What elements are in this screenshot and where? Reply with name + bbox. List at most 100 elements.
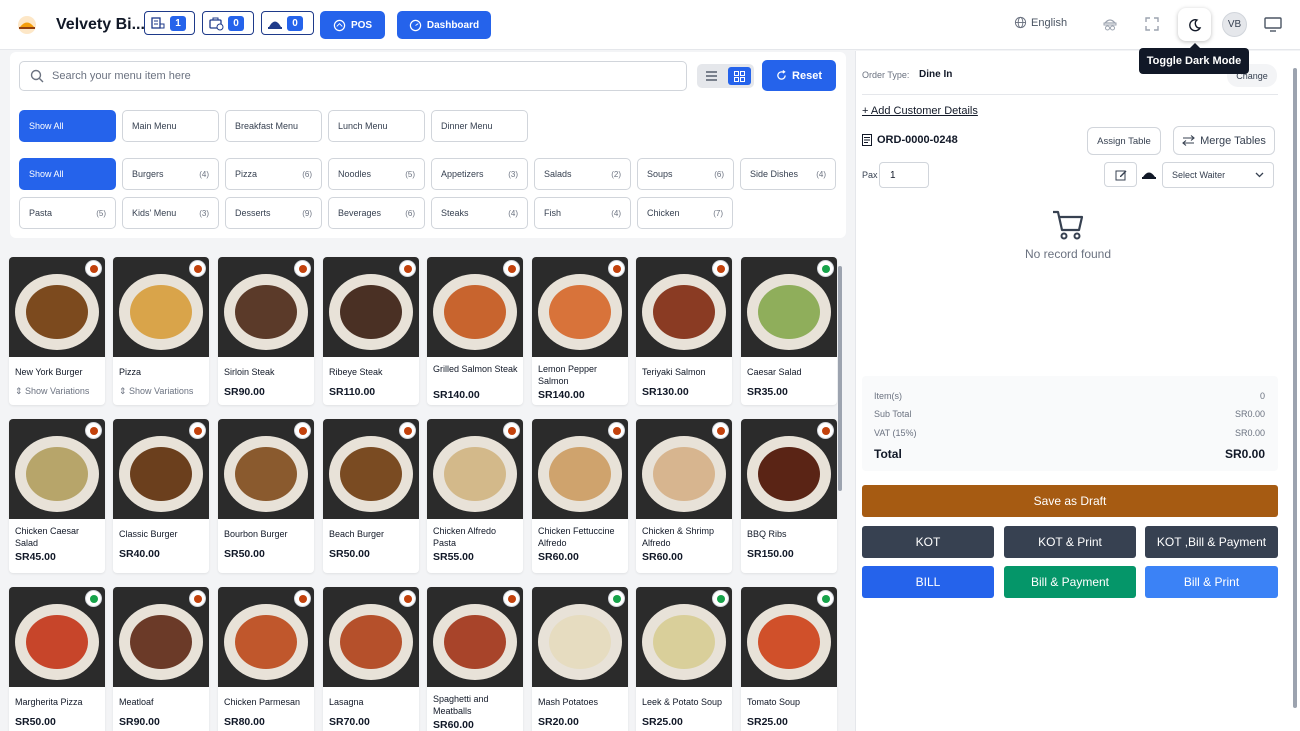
grid-view-button[interactable] — [727, 67, 751, 85]
menu-item-price: SR110.00 — [329, 386, 376, 398]
avatar[interactable]: VB — [1222, 12, 1247, 37]
fullscreen-icon[interactable] — [1143, 15, 1161, 33]
category-chip[interactable]: Salads (2) — [534, 158, 631, 190]
category-chip[interactable]: Desserts (9) — [225, 197, 322, 229]
bill-payment-button[interactable]: Bill & Payment — [1004, 566, 1136, 598]
menu-tab-dinner[interactable]: Dinner Menu — [431, 110, 528, 142]
menu-item-card[interactable]: Spaghetti and Meatballs SR60.00 — [427, 587, 523, 731]
category-chip[interactable]: Pasta (5) — [19, 197, 116, 229]
menu-item-card[interactable]: Mash Potatoes SR20.00 — [532, 587, 628, 731]
menu-tab-main[interactable]: Main Menu — [122, 110, 219, 142]
bill-button[interactable]: BILL — [862, 566, 994, 598]
category-chip[interactable]: Burgers (4) — [122, 158, 219, 190]
category-chip[interactable]: Show All — [19, 158, 116, 190]
category-label: Steaks — [441, 208, 469, 218]
menu-item-card[interactable]: Teriyaki Salmon SR130.00 — [636, 257, 732, 405]
items-label: Item(s) — [874, 391, 902, 401]
menu-item-card[interactable]: Margherita Pizza SR50.00 — [9, 587, 105, 731]
menu-item-card[interactable]: Chicken Caesar Salad SR45.00 — [9, 419, 105, 573]
search-placeholder: Search your menu item here — [52, 70, 191, 82]
dine-orders-button[interactable]: 0 — [261, 11, 314, 35]
category-chip[interactable]: Kids' Menu (3) — [122, 197, 219, 229]
items-count-row: Item(s) 0 — [874, 391, 1265, 401]
menu-item-name: Grilled Salmon Steak — [433, 364, 518, 374]
toggle-dark-mode-button[interactable] — [1178, 8, 1211, 41]
show-variations-link[interactable]: ⇕ Show Variations — [15, 386, 89, 397]
order-panel-scrollbar[interactable] — [1291, 60, 1299, 731]
monitor-icon[interactable] — [1263, 15, 1283, 33]
kot-print-button[interactable]: KOT & Print — [1004, 526, 1136, 558]
menu-item-name: Chicken Caesar Salad — [15, 526, 80, 548]
menu-tab-lunch[interactable]: Lunch Menu — [328, 110, 425, 142]
assign-table-button[interactable]: Assign Table — [1087, 127, 1161, 155]
waiter-cloche-icon — [1142, 172, 1156, 179]
veg-indicator-icon — [817, 260, 834, 277]
kot-button[interactable]: KOT — [862, 526, 994, 558]
category-chip[interactable]: Soups (6) — [637, 158, 734, 190]
nonveg-indicator-icon — [85, 422, 102, 439]
table-icon — [151, 17, 165, 29]
category-chip[interactable]: Chicken (7) — [637, 197, 733, 229]
save-draft-button[interactable]: Save as Draft — [862, 485, 1278, 517]
items-scrollbar[interactable] — [837, 256, 843, 731]
merge-tables-button[interactable]: Merge Tables — [1173, 126, 1275, 155]
pickup-orders-button[interactable]: 0 — [202, 11, 254, 35]
waiter-icon[interactable] — [1101, 15, 1119, 33]
menu-item-card[interactable]: Chicken & Shrimp Alfredo SR60.00 — [636, 419, 732, 573]
search-input[interactable]: Search your menu item here — [19, 61, 687, 91]
menu-item-card[interactable]: BBQ Ribs SR150.00 — [741, 419, 837, 573]
menu-item-card[interactable]: Classic Burger SR40.00 — [113, 419, 209, 573]
dashboard-button[interactable]: Dashboard — [397, 11, 491, 39]
menu-item-name: Mash Potatoes — [538, 697, 599, 707]
category-chip[interactable]: Noodles (5) — [328, 158, 425, 190]
brand-logo-icon — [18, 16, 36, 34]
menu-item-card[interactable]: Meatloaf SR90.00 — [113, 587, 209, 731]
menu-item-card[interactable]: Beach Burger SR50.00 — [323, 419, 419, 573]
language-selector[interactable]: English — [1014, 16, 1067, 29]
menu-item-card[interactable]: Leek & Potato Soup SR25.00 — [636, 587, 732, 731]
pos-button[interactable]: POS — [320, 11, 385, 39]
kot-bill-payment-button[interactable]: KOT ,Bill & Payment — [1145, 526, 1278, 558]
menu-item-card[interactable]: Grilled Salmon Steak SR140.00 — [427, 257, 523, 405]
pos-label: POS — [350, 19, 373, 31]
show-variations-link[interactable]: ⇕ Show Variations — [119, 386, 193, 397]
expand-icon: ⇕ — [119, 386, 130, 396]
category-chip[interactable]: Beverages (6) — [328, 197, 425, 229]
edit-note-button[interactable] — [1104, 162, 1137, 187]
menu-item-card[interactable]: Lemon Pepper Salmon SR140.00 — [532, 257, 628, 405]
menu-item-card[interactable]: Chicken Fettuccine Alfredo SR60.00 — [532, 419, 628, 573]
category-chip[interactable]: Steaks (4) — [431, 197, 528, 229]
add-customer-link[interactable]: + Add Customer Details — [862, 105, 978, 117]
menu-item-card[interactable]: Chicken Parmesan SR80.00 — [218, 587, 314, 731]
category-chip[interactable]: Fish (4) — [534, 197, 631, 229]
menu-tab-show-all[interactable]: Show All — [19, 110, 116, 142]
menu-item-card[interactable]: Chicken Alfredo Pasta SR55.00 — [427, 419, 523, 573]
pax-label: Pax — [862, 170, 878, 180]
reset-button[interactable]: Reset — [762, 60, 836, 91]
menu-item-card[interactable]: Tomato Soup SR25.00 — [741, 587, 837, 731]
menu-item-card[interactable]: Bourbon Burger SR50.00 — [218, 419, 314, 573]
menu-tab-breakfast[interactable]: Breakfast Menu — [225, 110, 322, 142]
view-toggle — [697, 64, 754, 88]
menu-item-name: Leek & Potato Soup — [642, 697, 723, 707]
brand-name: Velvety Bi... — [56, 16, 145, 33]
pax-input[interactable]: 1 — [879, 162, 929, 188]
category-chip[interactable]: Side Dishes (4) — [740, 158, 836, 190]
table-orders-button[interactable]: 1 — [144, 11, 195, 35]
bill-print-button[interactable]: Bill & Print — [1145, 566, 1278, 598]
menu-item-card[interactable]: Sirloin Steak SR90.00 — [218, 257, 314, 405]
menu-item-card[interactable]: New York Burger ⇕ Show Variations — [9, 257, 105, 405]
menu-item-card[interactable]: Ribeye Steak SR110.00 — [323, 257, 419, 405]
menu-item-card[interactable]: Caesar Salad SR35.00 — [741, 257, 837, 405]
category-chip[interactable]: Appetizers (3) — [431, 158, 528, 190]
menu-item-name: Meatloaf — [119, 697, 154, 707]
menu-item-card[interactable]: Lasagna SR70.00 — [323, 587, 419, 731]
menu-item-price: SR70.00 — [329, 716, 370, 728]
select-waiter-dropdown[interactable]: Select Waiter — [1162, 162, 1274, 188]
menu-item-card[interactable]: Pizza ⇕ Show Variations — [113, 257, 209, 405]
category-chip[interactable]: Pizza (6) — [225, 158, 322, 190]
list-view-button[interactable] — [700, 67, 724, 85]
nonveg-indicator-icon — [189, 260, 206, 277]
select-waiter-placeholder: Select Waiter — [1172, 170, 1226, 180]
cloche-icon — [268, 21, 282, 29]
